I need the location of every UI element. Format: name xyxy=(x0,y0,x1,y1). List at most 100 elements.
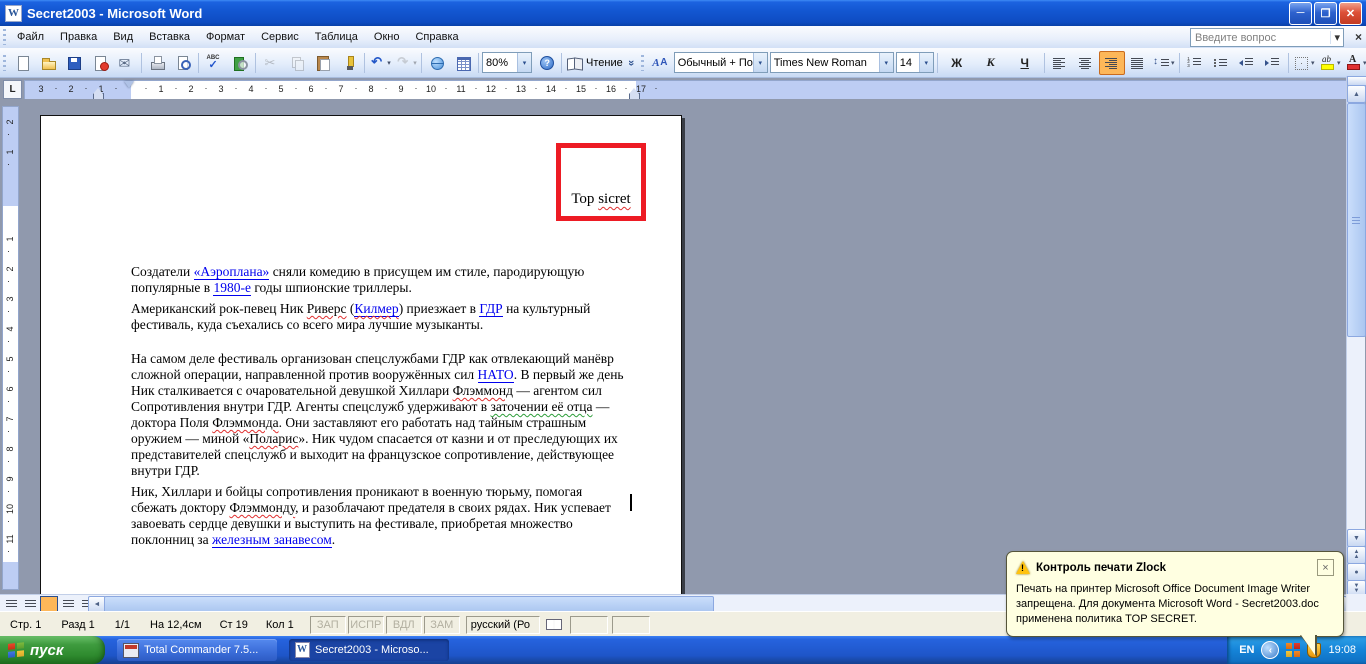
scroll-down-icon[interactable]: ▼ xyxy=(1347,529,1366,547)
font-size-combo[interactable]: 14▾ xyxy=(896,52,934,73)
menu-item-Окно[interactable]: Окно xyxy=(366,28,408,46)
decrease-indent-button[interactable] xyxy=(1234,51,1260,75)
chevron-down-icon[interactable]: ▾ xyxy=(753,53,767,72)
chevron-down-icon[interactable]: ▾ xyxy=(1311,59,1315,67)
ruler-number: 6 xyxy=(306,84,316,94)
underline-button[interactable]: Ч xyxy=(1008,51,1042,75)
print-button[interactable] xyxy=(144,51,170,75)
menu-item-Сервис[interactable]: Сервис xyxy=(253,28,307,46)
text-run: ) приезжает в xyxy=(399,301,480,316)
ruler-tick: · xyxy=(654,83,658,93)
format-painter-button[interactable] xyxy=(336,51,362,75)
balloon-close-icon[interactable]: × xyxy=(1317,559,1334,576)
vertical-scrollbar[interactable]: ▲ ▼ ▲ ▲ ● ▼ ▼ xyxy=(1346,76,1365,594)
previous-page-button[interactable]: ▲ ▲ xyxy=(1347,546,1366,564)
bullets-button[interactable] xyxy=(1208,51,1234,75)
line-spacing-button[interactable]: ▾ xyxy=(1151,51,1177,75)
start-button[interactable]: пуск xyxy=(0,636,105,664)
font-combo[interactable]: Times New Roman▾ xyxy=(770,52,894,73)
style-combo[interactable]: Обычный + По г▾ xyxy=(674,52,768,73)
read-mode-icon xyxy=(566,55,583,71)
chevron-down-icon[interactable]: ▾ xyxy=(517,53,531,72)
close-document-icon[interactable]: × xyxy=(1355,30,1362,44)
paste-icon xyxy=(315,55,332,71)
font-color-button[interactable]: ▾ xyxy=(1343,51,1366,75)
menu-item-Формат[interactable]: Формат xyxy=(198,28,253,46)
menu-item-Таблица[interactable]: Таблица xyxy=(307,28,366,46)
align-left-button[interactable] xyxy=(1047,51,1073,75)
chevron-down-icon[interactable]: ▾ xyxy=(1337,59,1341,67)
styles-button[interactable] xyxy=(647,51,673,75)
menu-item-Вставка[interactable]: Вставка xyxy=(141,28,198,46)
toolbar-grip[interactable] xyxy=(641,55,644,71)
help-button[interactable] xyxy=(533,51,559,75)
language-indicator[interactable]: EN xyxy=(1239,644,1254,656)
status-flag-ЗАМ[interactable]: ЗАМ xyxy=(424,616,460,634)
permission-button[interactable] xyxy=(87,51,113,75)
scroll-up-icon[interactable]: ▲ xyxy=(1347,85,1366,103)
toolbar-options-icon[interactable]: » xyxy=(625,52,638,74)
status-flag-ЗАП[interactable]: ЗАП xyxy=(310,616,346,634)
chevron-down-icon[interactable]: ▾ xyxy=(387,59,391,67)
undo-button[interactable]: ▾ xyxy=(367,51,393,75)
select-browse-object-button[interactable]: ● xyxy=(1347,563,1366,581)
ruler-tick: · xyxy=(474,83,478,93)
menu-item-Справка[interactable]: Справка xyxy=(407,28,466,46)
hide-tray-icons-icon[interactable]: ‹ xyxy=(1261,641,1279,659)
first-line-indent-marker[interactable] xyxy=(124,81,134,88)
open-button[interactable] xyxy=(35,51,61,75)
status-empty-cell xyxy=(570,616,608,634)
status-flag-ВДЛ[interactable]: ВДЛ xyxy=(386,616,422,634)
styles-icon xyxy=(651,55,668,71)
bold-button[interactable]: Ж xyxy=(940,51,974,75)
justify-button[interactable] xyxy=(1125,51,1151,75)
tab-stop-selector[interactable]: L xyxy=(3,80,22,99)
align-center-icon xyxy=(1077,55,1094,71)
italic-button[interactable]: К xyxy=(974,51,1008,75)
hyperlink-button[interactable] xyxy=(424,51,450,75)
cut-button[interactable] xyxy=(258,51,284,75)
chevron-down-icon[interactable]: ▾ xyxy=(1330,31,1343,44)
research-button[interactable] xyxy=(227,51,253,75)
status-language[interactable]: русский (Ро xyxy=(466,616,540,634)
save-button[interactable] xyxy=(61,51,87,75)
taskbar-task-button[interactable]: Secret2003 - Microso... xyxy=(289,639,449,661)
new-document-button[interactable] xyxy=(9,51,35,75)
toolbar-grip[interactable] xyxy=(3,29,6,45)
chevron-down-icon[interactable]: ▾ xyxy=(919,53,933,72)
menu-item-Файл[interactable]: Файл xyxy=(9,28,52,46)
spelling-status-icon[interactable] xyxy=(546,619,562,630)
toolbar-grip[interactable] xyxy=(3,55,6,71)
read-mode-button[interactable]: Чтение xyxy=(564,51,625,75)
spelling-button[interactable] xyxy=(201,51,227,75)
taskbar-clock[interactable]: 19:08 xyxy=(1328,644,1356,656)
highlight-button[interactable]: ▾ xyxy=(1317,51,1343,75)
align-right-button[interactable] xyxy=(1099,51,1125,75)
status-flag-ИСПР[interactable]: ИСПР xyxy=(348,616,384,634)
chevron-down-icon[interactable]: ▾ xyxy=(1171,59,1175,67)
increase-indent-button[interactable] xyxy=(1260,51,1286,75)
copy-button[interactable] xyxy=(284,51,310,75)
numbering-button[interactable] xyxy=(1182,51,1208,75)
menu-item-Вид[interactable]: Вид xyxy=(105,28,141,46)
close-button[interactable]: ✕ xyxy=(1339,2,1362,25)
ask-question-box[interactable]: Введите вопрос ▾ xyxy=(1190,28,1344,47)
insert-table-button[interactable] xyxy=(450,51,476,75)
menu-item-Правка[interactable]: Правка xyxy=(52,28,105,46)
redo-button[interactable]: ▾ xyxy=(393,51,419,75)
zoom-combo[interactable]: 80%▾ xyxy=(482,52,532,73)
zlock-tray-icon[interactable] xyxy=(1286,643,1300,657)
vertical-scroll-thumb[interactable] xyxy=(1347,103,1366,337)
font-size-value: 14 xyxy=(897,57,919,69)
taskbar-task-button[interactable]: Total Commander 7.5... xyxy=(117,639,277,661)
chevron-down-icon[interactable]: ▾ xyxy=(413,59,417,67)
minimize-button[interactable]: ─ xyxy=(1289,2,1312,25)
chevron-down-icon[interactable]: ▾ xyxy=(879,53,893,72)
align-center-button[interactable] xyxy=(1073,51,1099,75)
borders-button[interactable]: ▾ xyxy=(1291,51,1317,75)
print-preview-button[interactable] xyxy=(170,51,196,75)
paste-button[interactable] xyxy=(310,51,336,75)
restore-button[interactable]: ❐ xyxy=(1314,2,1337,25)
email-button[interactable] xyxy=(113,51,139,75)
word-icon[interactable] xyxy=(5,5,22,22)
